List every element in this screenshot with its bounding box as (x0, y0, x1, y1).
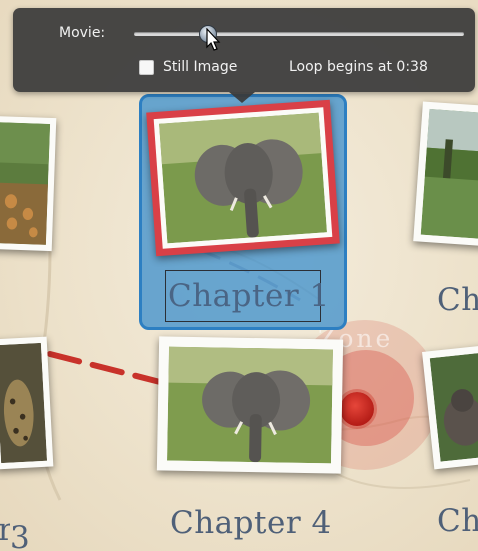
chapter-right-bottom-label-fragment: Ch (437, 503, 478, 539)
chapter-right-top-label-fragment: Ch (437, 282, 478, 318)
gorilla-image (429, 352, 478, 462)
chapter-1-label: Chapter 1 (168, 278, 330, 314)
chapter-3-label-fragment: r3 (0, 512, 30, 551)
elephant-image-4 (167, 346, 333, 464)
triangle-pointer-icon (229, 92, 255, 103)
still-image-label[interactable]: Still Image (163, 59, 237, 75)
chapter-1-numeral: 1 (309, 278, 330, 314)
elephant-image (159, 112, 327, 244)
movie-label: Movie: (59, 25, 106, 41)
chapter-3-numeral: 3 (10, 520, 31, 551)
movie-options-hud: Movie: Still Image Loop begins at 0:38 (13, 8, 475, 92)
still-image-checkbox[interactable] (139, 60, 154, 75)
movie-slider-track[interactable] (134, 32, 464, 36)
loop-begins-text: Loop begins at 0:38 (289, 59, 428, 75)
giraffe-image (0, 122, 51, 245)
arrow-cursor-icon (205, 28, 220, 51)
chapter-1-photo[interactable] (146, 99, 340, 257)
savanna-image (420, 108, 478, 240)
chapter-4-label: Chapter 4 (170, 505, 332, 541)
chapter-photo-left-bottom[interactable] (0, 336, 54, 470)
chapter-photo-left-top[interactable] (0, 115, 57, 252)
chapter-1-word: Chapter (168, 278, 300, 314)
chapter-photo-right-top[interactable] (413, 101, 478, 247)
leopard-image (0, 342, 48, 464)
chapter-3-partial-letter: r (0, 512, 10, 548)
chapter-4-photo[interactable] (156, 336, 344, 474)
